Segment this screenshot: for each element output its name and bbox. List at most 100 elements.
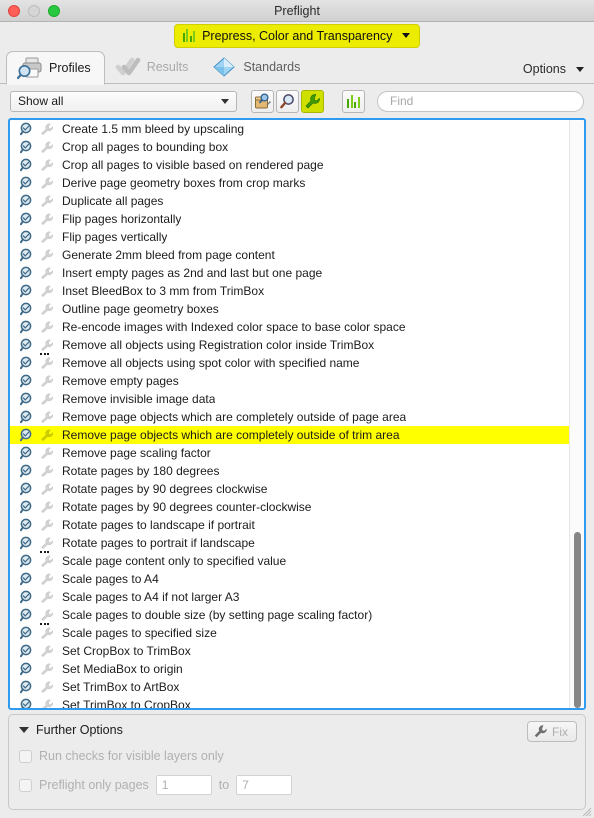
list-item[interactable]: Scale pages to A4 xyxy=(10,570,584,588)
magnifier-icon xyxy=(20,572,32,586)
disclosure-triangle-icon[interactable] xyxy=(19,727,29,733)
minimize-button[interactable] xyxy=(28,4,40,17)
wrench-icon xyxy=(41,483,53,496)
wrench-icon xyxy=(42,699,53,708)
list-item[interactable]: Duplicate all pages xyxy=(10,192,584,210)
profile-tool-group xyxy=(251,89,324,113)
resize-grip[interactable] xyxy=(580,805,592,817)
list-item[interactable]: Rotate pages by 180 degrees xyxy=(10,462,584,480)
new-profile-button[interactable] xyxy=(251,89,274,113)
list-item-icons xyxy=(18,282,62,300)
magnifier-icon xyxy=(20,194,32,208)
zoom-button[interactable] xyxy=(48,4,60,17)
title-bar: Preflight xyxy=(0,0,594,22)
double-check-icon xyxy=(115,55,141,79)
list-item-label: Rotate pages by 90 degrees counter-clock… xyxy=(62,500,312,514)
list-item[interactable]: Generate 2mm bleed from page content xyxy=(10,246,584,264)
list-item[interactable]: Remove invisible image data xyxy=(10,390,584,408)
tab-results[interactable]: Results xyxy=(105,50,202,84)
printer-magnifier-icon xyxy=(16,56,43,80)
list-item-label: Rotate pages by 90 degrees clockwise xyxy=(62,482,268,496)
list-item[interactable]: Set MediaBox to origin xyxy=(10,660,584,678)
list-item-icons xyxy=(18,408,62,426)
fixup-button[interactable] xyxy=(301,89,324,113)
list-item[interactable]: Set TrimBox to CropBox xyxy=(10,696,584,708)
list-item[interactable]: Rotate pages to landscape if portrait xyxy=(10,516,584,534)
profiles-view-button[interactable] xyxy=(342,89,365,113)
list-item[interactable]: Flip pages vertically xyxy=(10,228,584,246)
search-box[interactable] xyxy=(377,90,584,112)
list-item[interactable]: Scale pages to A4 if not larger A3 xyxy=(10,588,584,606)
tab-profiles[interactable]: Profiles xyxy=(6,51,105,85)
list-item[interactable]: Remove all objects using Registration co… xyxy=(10,336,584,354)
tab-bar: Profiles Results Standards Options xyxy=(0,48,594,85)
profile-selector-button[interactable]: Prepress, Color and Transparency xyxy=(173,24,421,48)
diamond-icon xyxy=(211,55,237,79)
list-item[interactable]: Re-encode images with Indexed color spac… xyxy=(10,318,584,336)
list-item[interactable]: Remove page objects which are completely… xyxy=(10,408,584,426)
list-item-label: Scale pages to A4 xyxy=(62,572,159,586)
inspect-button[interactable] xyxy=(276,89,299,113)
wrench-icon xyxy=(41,465,53,478)
page-range-checkbox[interactable] xyxy=(19,778,32,792)
list-item-icons xyxy=(18,318,62,336)
fixup-list[interactable]: Create 1.5 mm bleed by upscaling Crop all… xyxy=(8,118,586,710)
search-input[interactable] xyxy=(388,93,573,109)
fixup-list-rows: Create 1.5 mm bleed by upscaling Crop all… xyxy=(10,120,584,708)
list-item[interactable]: Outline page geometry boxes xyxy=(10,300,584,318)
list-item[interactable]: Flip pages horizontally xyxy=(10,210,584,228)
magnifier-icon xyxy=(20,410,32,424)
filter-select[interactable]: Show all xyxy=(10,90,237,112)
list-item[interactable]: Rotate pages by 90 degrees counter-clock… xyxy=(10,498,584,516)
list-item[interactable]: Derive page geometry boxes from crop mar… xyxy=(10,174,584,192)
profile-new-icon xyxy=(255,92,271,108)
filter-select-value: Show all xyxy=(18,94,64,108)
list-item-icons xyxy=(18,156,62,174)
list-item-label: Duplicate all pages xyxy=(62,194,164,208)
list-item-icons xyxy=(18,660,62,678)
further-options-header[interactable]: Further Options xyxy=(19,723,575,737)
magnifier-icon xyxy=(20,662,32,676)
wrench-icon xyxy=(534,725,547,738)
list-item[interactable]: Rotate pages by 90 degrees clockwise xyxy=(10,480,584,498)
list-item[interactable]: Inset BleedBox to 3 mm from TrimBox xyxy=(10,282,584,300)
close-button[interactable] xyxy=(8,4,20,17)
page-range-label: Preflight only pages xyxy=(39,778,149,792)
list-item[interactable]: Remove page objects which are completely… xyxy=(10,426,584,444)
scrollbar-thumb[interactable] xyxy=(574,531,581,708)
options-menu-button[interactable]: Options xyxy=(523,62,584,76)
list-item[interactable]: Scale page content only to specified val… xyxy=(10,551,584,570)
list-item[interactable]: Set CropBox to TrimBox xyxy=(10,642,584,660)
list-item[interactable]: Set TrimBox to ArtBox xyxy=(10,678,584,696)
list-item[interactable]: Crop all pages to bounding box xyxy=(10,138,584,156)
wrench-icon xyxy=(41,123,53,136)
magnifier-icon xyxy=(20,212,32,226)
visible-layers-checkbox[interactable] xyxy=(19,749,32,763)
list-item[interactable]: Remove page scaling factor xyxy=(10,444,584,462)
list-item[interactable]: Rotate pages to portrait if landscape xyxy=(10,534,584,552)
list-item[interactable]: Scale pages to specified size xyxy=(10,623,584,642)
list-item-label: Remove empty pages xyxy=(62,374,179,388)
list-scrollbar[interactable] xyxy=(569,120,584,708)
wrench-icon xyxy=(41,339,53,352)
fix-button[interactable]: Fix xyxy=(527,721,577,742)
list-item-label: Generate 2mm bleed from page content xyxy=(62,248,275,262)
magnifier-icon xyxy=(20,608,32,622)
page-range-to-input[interactable]: 7 xyxy=(236,775,293,795)
tab-profiles-label: Profiles xyxy=(49,60,91,75)
wrench-icon xyxy=(41,159,53,172)
tab-standards[interactable]: Standards xyxy=(201,50,313,84)
list-item[interactable]: Crop all pages to visible based on rende… xyxy=(10,156,584,174)
magnifier-icon xyxy=(20,482,32,496)
list-item-label: Flip pages horizontally xyxy=(62,212,182,226)
list-item[interactable]: Create 1.5 mm bleed by upscaling xyxy=(10,120,584,138)
list-item[interactable]: Insert empty pages as 2nd and last but o… xyxy=(10,264,584,282)
list-item-label: Crop all pages to bounding box xyxy=(62,140,229,154)
page-range-from-input[interactable]: 1 xyxy=(155,775,212,795)
list-item-icons xyxy=(18,246,62,264)
list-item[interactable]: Remove empty pages xyxy=(10,372,584,390)
list-item-label: Remove all objects using Registration co… xyxy=(62,338,375,352)
wrench-icon xyxy=(41,447,53,460)
list-item[interactable]: Scale pages to double size (by setting p… xyxy=(10,606,584,624)
list-item[interactable]: Remove all objects using spot color with… xyxy=(10,353,584,372)
